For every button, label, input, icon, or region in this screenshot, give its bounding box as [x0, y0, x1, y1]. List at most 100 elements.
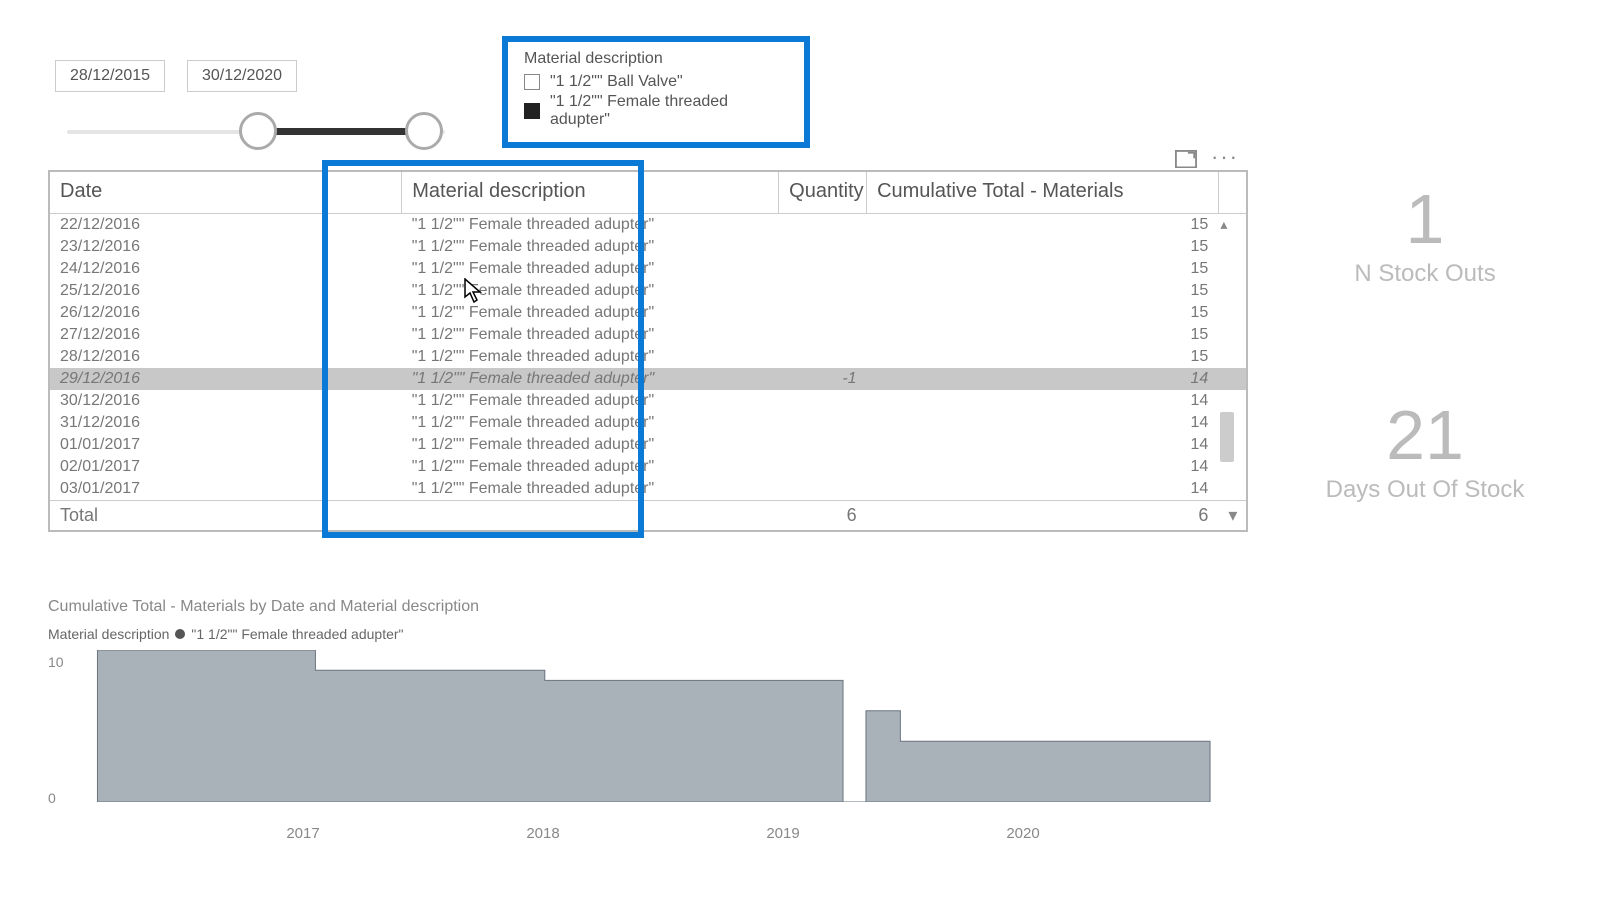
chart-title: Cumulative Total - Materials by Date and…	[48, 598, 1248, 616]
x-tick-2018: 2018	[526, 825, 559, 842]
table-row[interactable]: 29/12/2016"1 1/2"" Female threaded adupt…	[50, 368, 1246, 390]
cell-material: "1 1/2"" Female threaded adupter"	[402, 390, 779, 412]
table-row[interactable]: 30/12/2016"1 1/2"" Female threaded adupt…	[50, 390, 1246, 412]
cumulative-chart[interactable]: Cumulative Total - Materials by Date and…	[48, 598, 1248, 820]
legend-field-label: Material description	[48, 626, 169, 642]
cell-quantity: -1	[779, 368, 867, 390]
cell-date: 23/12/2016	[50, 236, 402, 258]
slicer-option-female-adapter[interactable]: "1 1/2"" Female threaded adupter"	[524, 92, 788, 130]
cell-quantity	[779, 456, 867, 478]
total-quantity: 6	[779, 501, 867, 531]
slicer-option-ball-valve[interactable]: "1 1/2"" Ball Valve"	[524, 72, 788, 92]
col-header-material[interactable]: Material description	[402, 172, 779, 214]
table-row[interactable]: 31/12/2016"1 1/2"" Female threaded adupt…	[50, 412, 1246, 434]
scrollbar-cell[interactable]	[1218, 478, 1246, 501]
cell-quantity	[779, 434, 867, 456]
date-range-slicer[interactable]: 28/12/2015 30/12/2020	[55, 60, 445, 152]
x-tick-2020: 2020	[1006, 825, 1039, 842]
kpi-stock-outs-value: 1	[1280, 184, 1570, 254]
cell-date: 30/12/2016	[50, 390, 402, 412]
scrollbar-cell[interactable]	[1218, 390, 1246, 412]
col-header-cumulative[interactable]: Cumulative Total - Materials	[867, 172, 1219, 214]
scrollbar-cell[interactable]	[1218, 434, 1246, 456]
cell-cumulative: 14	[867, 434, 1219, 456]
checkbox-icon[interactable]	[524, 74, 540, 90]
scrollbar-cell[interactable]	[1218, 324, 1246, 346]
total-label: Total	[50, 501, 402, 531]
table-row[interactable]: 26/12/2016"1 1/2"" Female threaded adupt…	[50, 302, 1246, 324]
cell-date: 26/12/2016	[50, 302, 402, 324]
cell-material: "1 1/2"" Female threaded adupter"	[402, 280, 779, 302]
kpi-days-out-label: Days Out Of Stock	[1280, 476, 1570, 504]
table-row[interactable]: 24/12/2016"1 1/2"" Female threaded adupt…	[50, 258, 1246, 280]
y-tick-10: 10	[48, 654, 64, 670]
cell-date: 27/12/2016	[50, 324, 402, 346]
scrollbar-cell[interactable]: ▴	[1218, 214, 1246, 237]
cell-date: 02/01/2017	[50, 456, 402, 478]
materials-table[interactable]: Date Material description Quantity Cumul…	[48, 170, 1248, 532]
cell-quantity	[779, 214, 867, 237]
scroll-up-icon[interactable]: ▴	[1220, 216, 1236, 232]
table-row[interactable]: 23/12/2016"1 1/2"" Female threaded adupt…	[50, 236, 1246, 258]
date-slider[interactable]	[55, 112, 445, 152]
cell-quantity	[779, 236, 867, 258]
cell-cumulative: 14	[867, 456, 1219, 478]
checkbox-checked-icon[interactable]	[524, 103, 540, 119]
table-row[interactable]: 01/01/2017"1 1/2"" Female threaded adupt…	[50, 434, 1246, 456]
kpi-days-out-value: 21	[1280, 400, 1570, 470]
slicer-title: Material description	[524, 50, 788, 68]
cell-cumulative: 15	[867, 324, 1219, 346]
scrollbar-cell[interactable]	[1218, 346, 1246, 368]
cell-date: 01/01/2017	[50, 434, 402, 456]
cell-cumulative: 15	[867, 236, 1219, 258]
date-from-box[interactable]: 28/12/2015	[55, 60, 165, 92]
table-row[interactable]: 03/01/2017"1 1/2"" Female threaded adupt…	[50, 478, 1246, 501]
scrollbar-cell[interactable]	[1218, 456, 1246, 478]
table-row[interactable]: 27/12/2016"1 1/2"" Female threaded adupt…	[50, 324, 1246, 346]
cell-quantity	[779, 390, 867, 412]
scrollbar-cell[interactable]	[1218, 236, 1246, 258]
slider-thumb-from[interactable]	[239, 112, 277, 150]
cell-material: "1 1/2"" Female threaded adupter"	[402, 368, 779, 390]
scroll-down-cell[interactable]: ▾	[1218, 501, 1246, 531]
cell-cumulative: 14	[867, 412, 1219, 434]
slicer-option-label: "1 1/2"" Female threaded adupter"	[550, 93, 788, 129]
cell-date: 31/12/2016	[50, 412, 402, 434]
col-header-date[interactable]: Date	[50, 172, 402, 214]
more-options-icon[interactable]: ···	[1211, 150, 1233, 168]
cell-date: 22/12/2016	[50, 214, 402, 237]
scrollbar-cell[interactable]	[1218, 412, 1246, 434]
scrollbar-cell[interactable]	[1218, 302, 1246, 324]
cell-quantity	[779, 302, 867, 324]
cell-quantity	[779, 324, 867, 346]
kpi-stock-outs-label: N Stock Outs	[1280, 260, 1570, 288]
cell-material: "1 1/2"" Female threaded adupter"	[402, 456, 779, 478]
cell-material: "1 1/2"" Female threaded adupter"	[402, 214, 779, 237]
cell-quantity	[779, 346, 867, 368]
table-row[interactable]: 02/01/2017"1 1/2"" Female threaded adupt…	[50, 456, 1246, 478]
col-header-scroll	[1218, 172, 1246, 214]
scrollbar-cell[interactable]	[1218, 368, 1246, 390]
material-slicer[interactable]: Material description "1 1/2"" Ball Valve…	[502, 36, 810, 148]
scrollbar-cell[interactable]	[1218, 258, 1246, 280]
total-cumulative: 6	[867, 501, 1219, 531]
scrollbar-cell[interactable]	[1218, 280, 1246, 302]
table-total-row: Total 6 6 ▾	[50, 501, 1246, 531]
slider-thumb-to[interactable]	[405, 112, 443, 150]
table-header-row: Date Material description Quantity Cumul…	[50, 172, 1246, 214]
slider-fill	[255, 128, 421, 135]
date-to-box[interactable]: 30/12/2020	[187, 60, 297, 92]
table-row[interactable]: 22/12/2016"1 1/2"" Female threaded adupt…	[50, 214, 1246, 237]
cell-material: "1 1/2"" Female threaded adupter"	[402, 236, 779, 258]
cell-cumulative: 14	[867, 368, 1219, 390]
total-material	[402, 501, 779, 531]
focus-mode-icon[interactable]	[1175, 150, 1197, 168]
cell-material: "1 1/2"" Female threaded adupter"	[402, 324, 779, 346]
cell-cumulative: 15	[867, 346, 1219, 368]
col-header-quantity[interactable]: Quantity	[779, 172, 867, 214]
slicer-option-label: "1 1/2"" Ball Valve"	[550, 73, 683, 91]
y-tick-0: 0	[48, 790, 56, 806]
table-row[interactable]: 28/12/2016"1 1/2"" Female threaded adupt…	[50, 346, 1246, 368]
table-row[interactable]: 25/12/2016"1 1/2"" Female threaded adupt…	[50, 280, 1246, 302]
kpi-stock-outs: 1 N Stock Outs	[1280, 184, 1570, 288]
